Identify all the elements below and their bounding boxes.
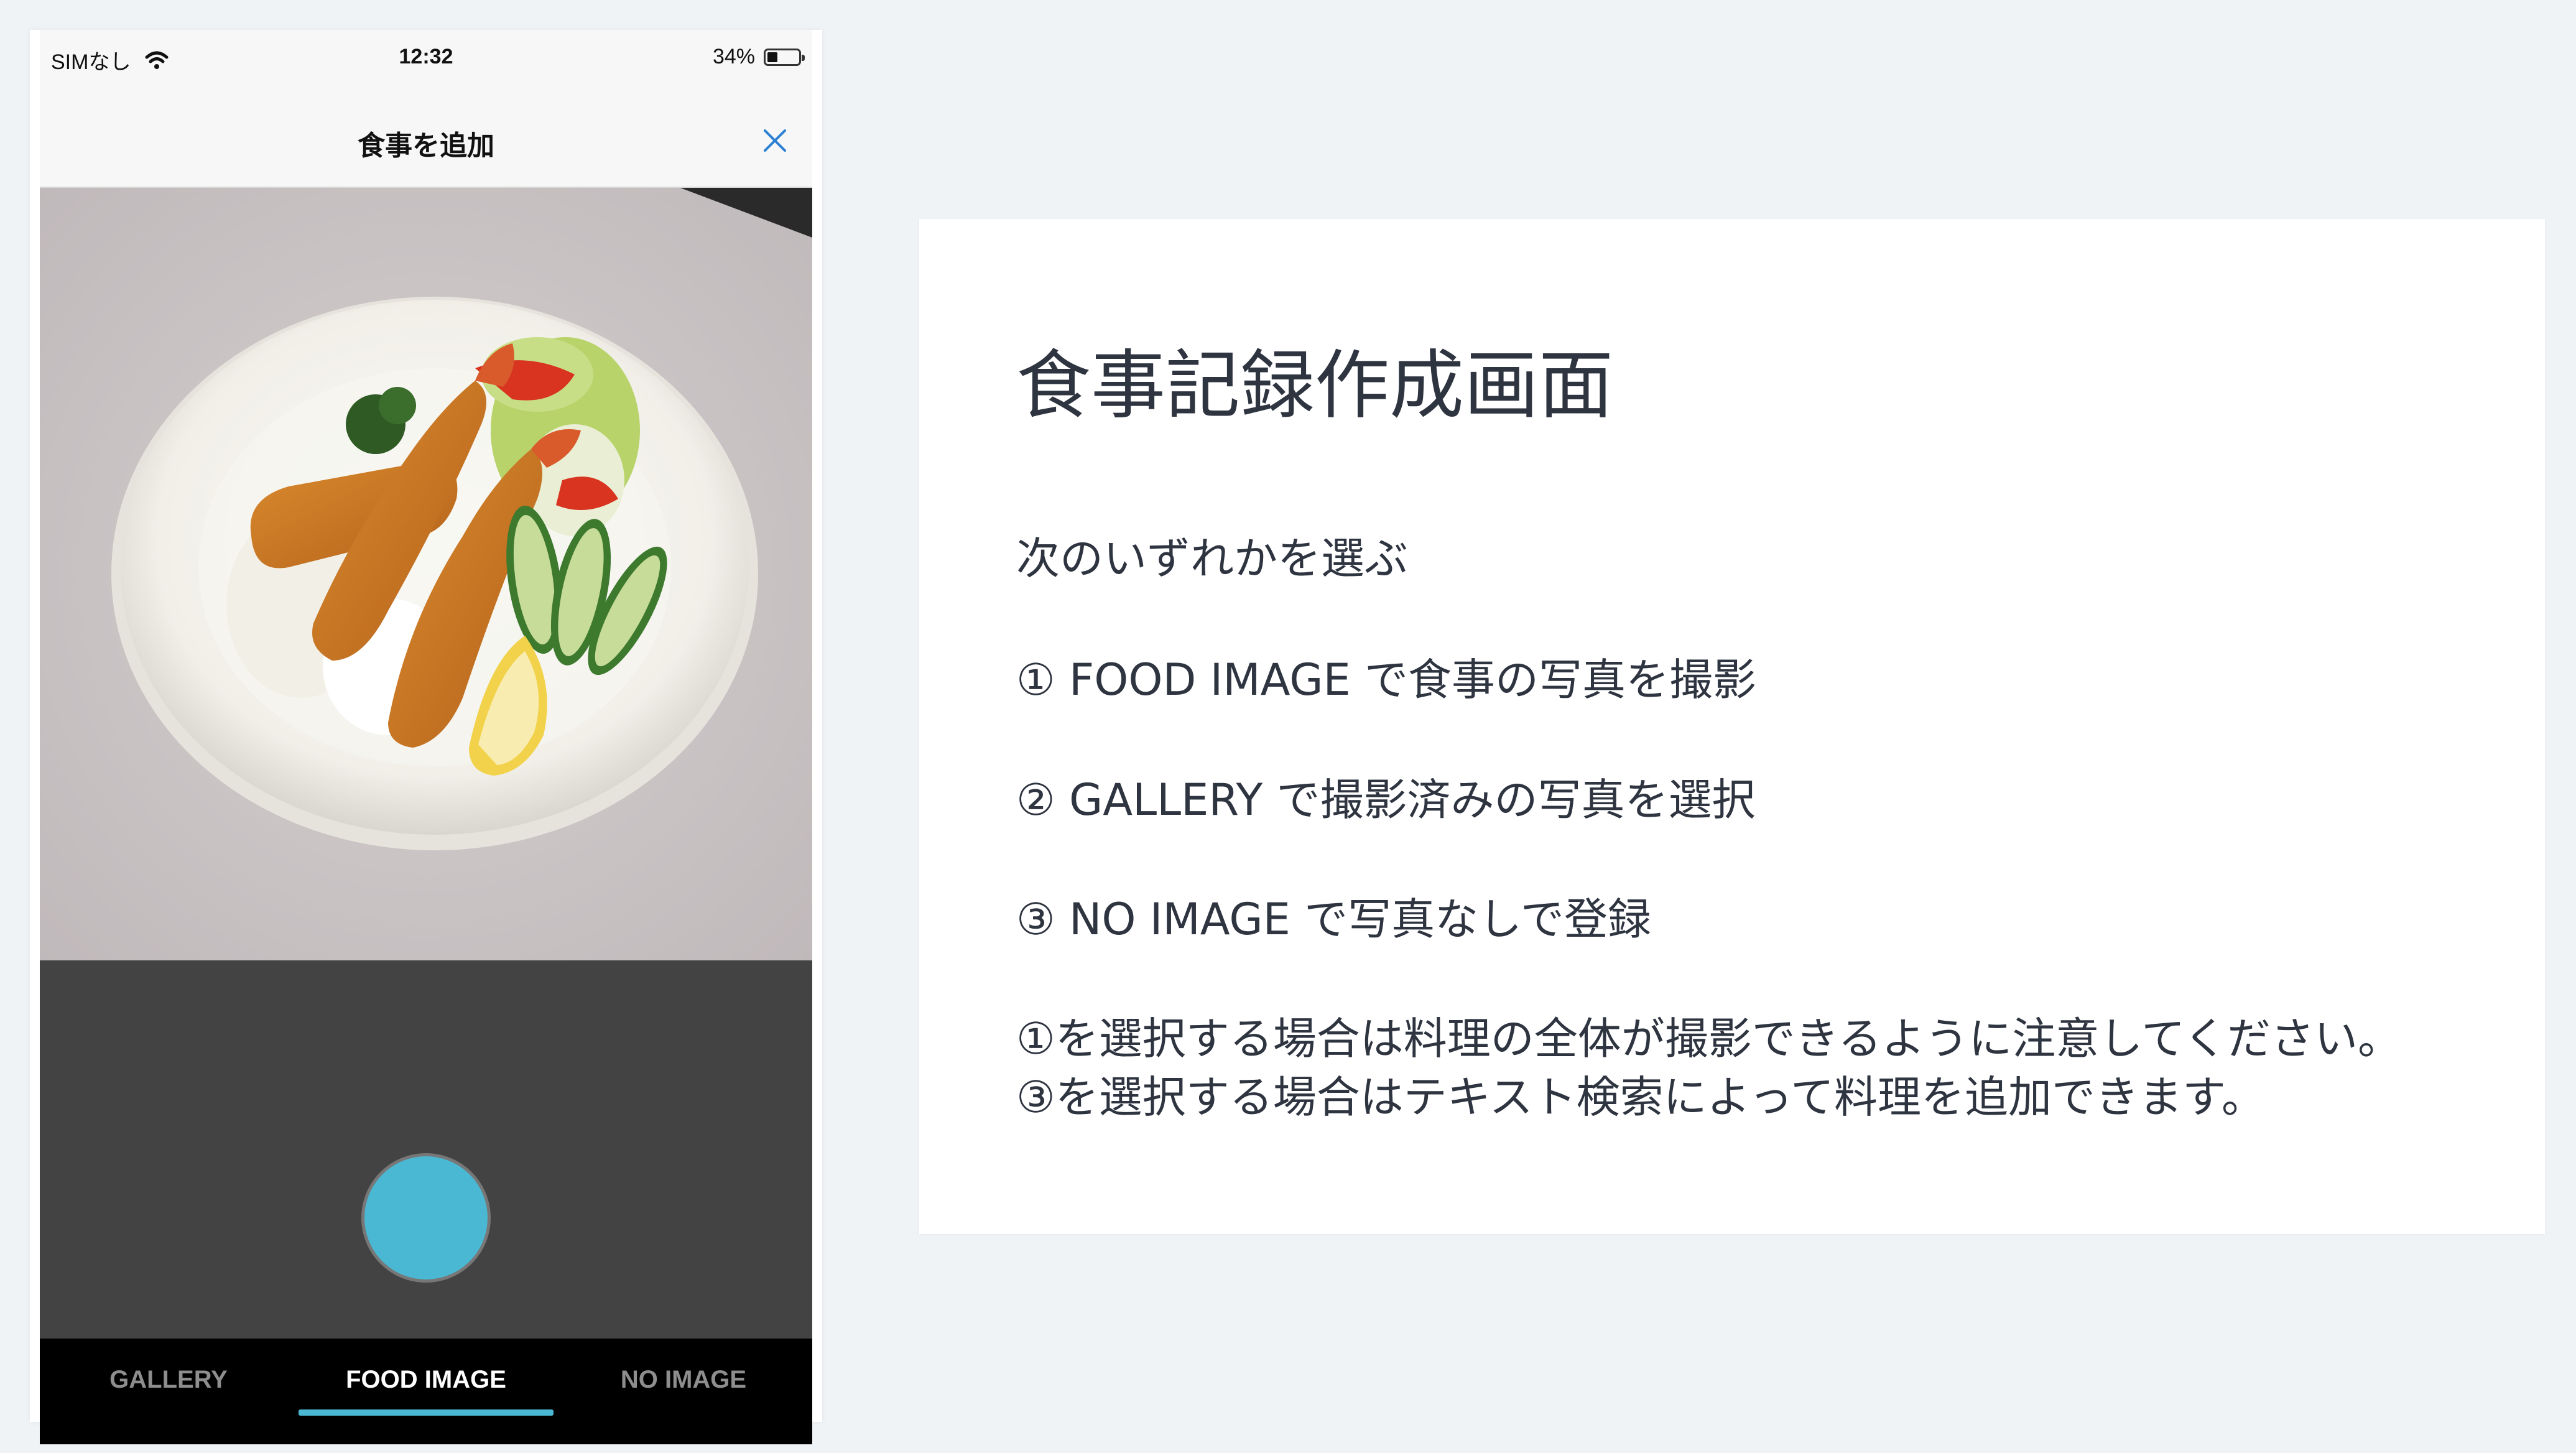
option-food-image: ① FOOD IMAGE で食事の写真を撮影: [1016, 654, 1757, 705]
close-icon: [764, 129, 786, 152]
battery-percent: 34%: [712, 45, 755, 68]
shutter-button[interactable]: [361, 1153, 491, 1283]
food-photo: [40, 188, 812, 960]
info-card: 食事記録作成画面 次のいずれかを選ぶ ① FOOD IMAGE で食事の写真を撮…: [919, 219, 2545, 1234]
status-time: 12:32: [399, 45, 453, 68]
nav-title: 食事を追加: [358, 130, 494, 162]
food-photo-image: [40, 188, 812, 960]
status-right: 34%: [712, 45, 805, 69]
tab-gallery[interactable]: GALLERY: [40, 1366, 297, 1422]
battery-icon: [764, 48, 805, 66]
instruction-text: 次のいずれかを選ぶ: [1016, 533, 1408, 584]
tab-no-image[interactable]: NO IMAGE: [555, 1366, 812, 1422]
tab-food-image[interactable]: FOOD IMAGE: [297, 1366, 555, 1422]
tab-no-image-label: NO IMAGE: [620, 1366, 747, 1393]
tab-bar: GALLERY FOOD IMAGE NO IMAGE: [40, 1339, 812, 1444]
phone-frame: SIMなし 12:32 34% 食事を追加 GALLERY FOOD IMAGE…: [30, 30, 822, 1444]
tab-gallery-label: GALLERY: [109, 1366, 228, 1393]
status-bar: SIMなし 12:32 34%: [40, 30, 812, 86]
nav-bar: 食事を追加: [40, 86, 812, 188]
camera-area: [40, 960, 812, 1339]
option-no-image: ③ NO IMAGE で写真なしで登録: [1016, 894, 1652, 945]
tab-food-image-label: FOOD IMAGE: [346, 1366, 506, 1393]
note-food-image: ①を選択する場合は料理の全体が撮影できるように注意してください。: [1016, 1013, 2402, 1064]
close-button[interactable]: [761, 127, 789, 154]
card-title: 食事記録作成画面: [1016, 343, 1613, 429]
battery-level: [767, 52, 777, 62]
option-gallery: ② GALLERY で撮影済みの写真を選択: [1016, 774, 1756, 825]
note-no-image: ③を選択する場合はテキスト検索によって料理を追加できます。: [1016, 1072, 2266, 1123]
active-tab-indicator: [299, 1409, 554, 1416]
phone-screen: SIMなし 12:32 34% 食事を追加 GALLERY FOOD IMAGE…: [40, 30, 812, 1444]
